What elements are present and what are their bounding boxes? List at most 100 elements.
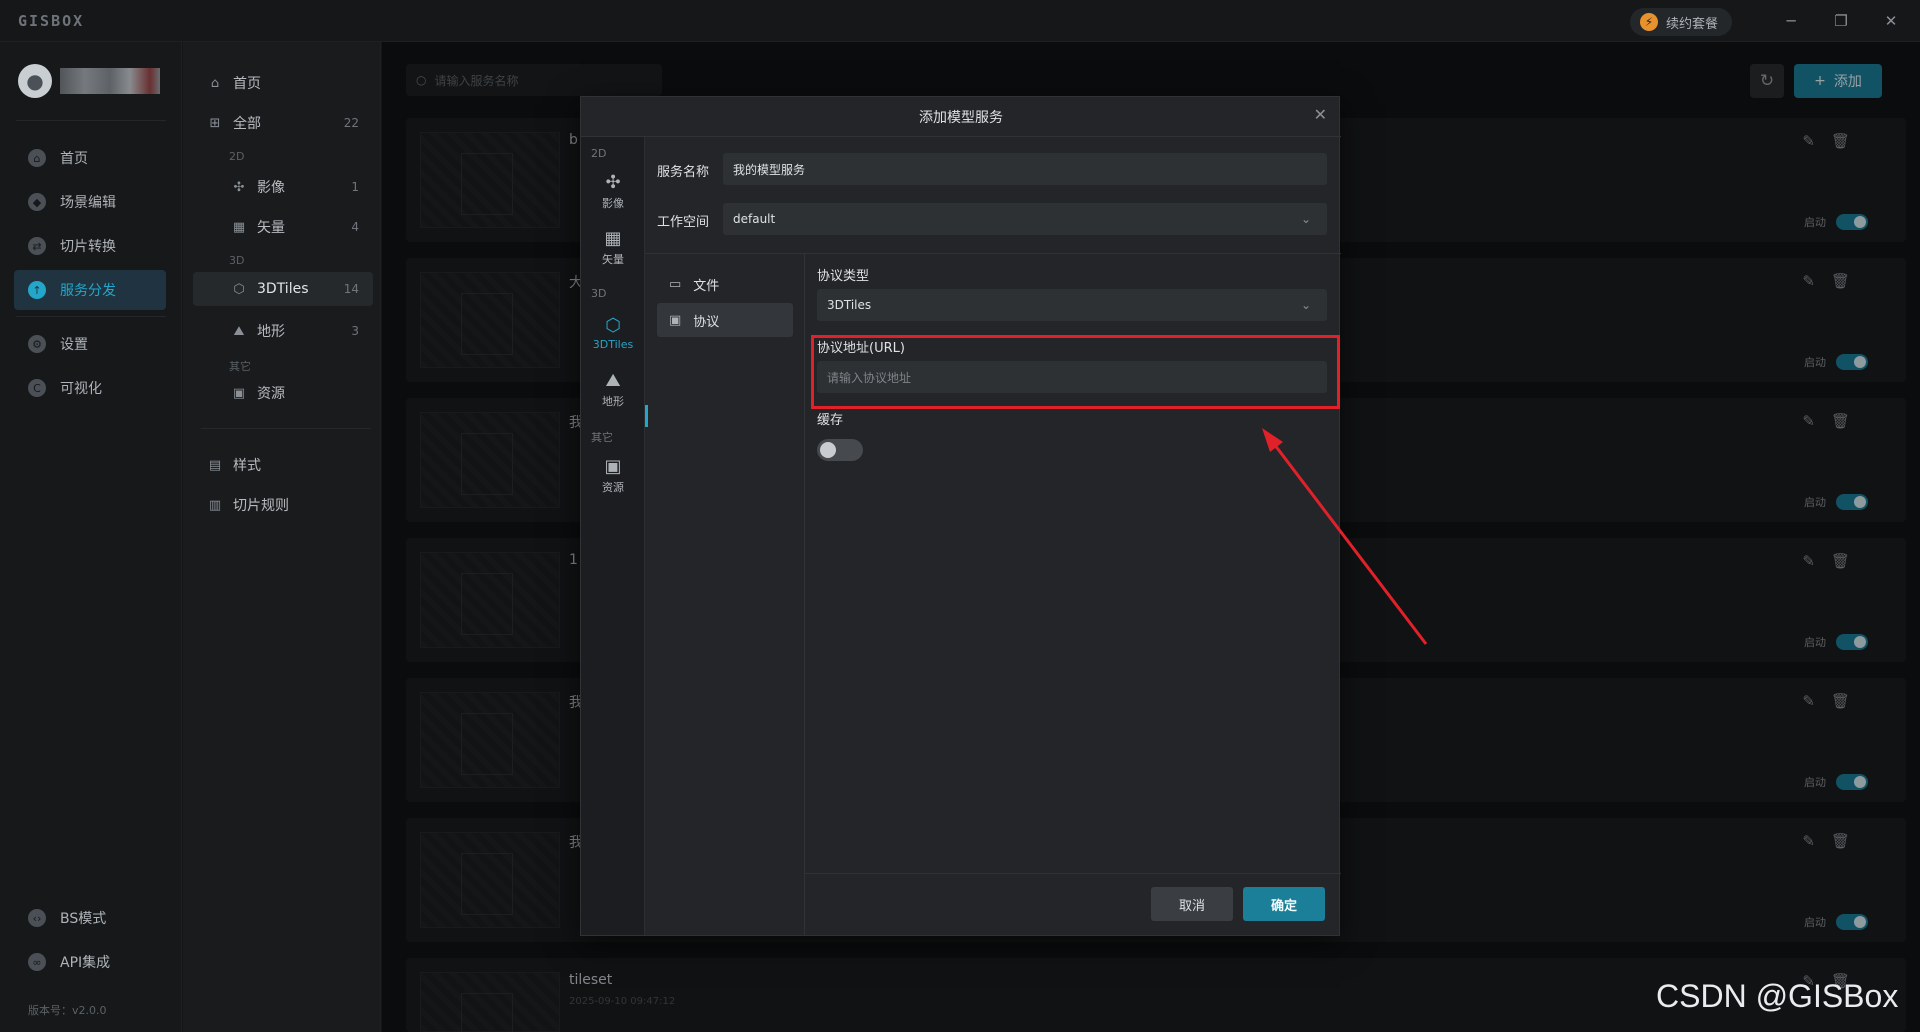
- category-home[interactable]: ⌂ 首页: [193, 66, 373, 100]
- link-icon: ∞: [28, 953, 46, 971]
- dialog-footer-divider: [805, 873, 1341, 874]
- vector-icon: ▦: [604, 227, 622, 249]
- service-name-value: 我的模型服务: [733, 162, 806, 177]
- version-text: 版本号：v2.0.0: [28, 1004, 107, 1017]
- home-icon: ⌂: [210, 75, 220, 91]
- nav-label: 场景编辑: [60, 195, 116, 211]
- type-label: 3DTiles: [592, 338, 634, 351]
- source-protocol[interactable]: ▣ 协议: [657, 303, 793, 337]
- nav-label: 首页: [60, 151, 88, 167]
- type-3dtiles[interactable]: ⬡ 3DTiles: [581, 307, 645, 359]
- chevron-down-icon: ⌄: [1300, 212, 1311, 226]
- source-menu: ▭ 文件 ▣ 协议: [645, 253, 805, 935]
- category-count: 4: [351, 220, 359, 234]
- type-label: 矢量: [602, 252, 624, 266]
- user-profile[interactable]: ●: [18, 64, 160, 98]
- resource-icon: ▣: [604, 455, 622, 477]
- nav-item-service-publish[interactable]: ↑ 服务分发: [14, 270, 166, 310]
- gear-icon: ⚙: [28, 335, 46, 353]
- category-all[interactable]: ⊞ 全部 22: [193, 106, 373, 140]
- category-label: 首页: [233, 76, 261, 92]
- type-image[interactable]: ✣ 影像: [581, 165, 645, 217]
- watermark: CSDN @GISBox: [1656, 978, 1899, 1014]
- protocol-type-value: 3DTiles: [827, 298, 872, 312]
- service-name-input[interactable]: 我的模型服务: [723, 153, 1327, 185]
- category-count: 22: [343, 116, 359, 130]
- minimize-icon[interactable]: ─: [1780, 10, 1802, 32]
- category-label: 全部: [233, 116, 261, 132]
- nav-item-bs-mode[interactable]: ‹› BS模式: [14, 898, 166, 938]
- satellite-icon: ✣: [605, 171, 621, 193]
- nav-item-visualize[interactable]: C 可视化: [14, 368, 166, 408]
- nav-divider: [16, 316, 166, 317]
- renew-label: 续约套餐: [1666, 16, 1719, 32]
- nav-item-settings[interactable]: ⚙ 设置: [14, 324, 166, 364]
- category-panel: ⌂ 首页 ⊞ 全部 22 2D ✣ 影像 1 ▦ 矢量 4 3D ⬡ 3DTil…: [183, 42, 381, 1032]
- category-terrain[interactable]: ⛰ 地形 3: [193, 314, 373, 348]
- dialog-title: 添加模型服务: [919, 109, 1003, 126]
- style-icon: ▤: [208, 457, 222, 473]
- category-label: 地形: [257, 324, 285, 340]
- upload-icon: ↑: [28, 281, 46, 299]
- type-label: 影像: [602, 196, 624, 210]
- type-label: 地形: [602, 394, 624, 408]
- highlight-box: [811, 335, 1340, 409]
- ok-button[interactable]: 确定: [1243, 887, 1325, 921]
- type-label: 资源: [602, 480, 624, 494]
- renew-button[interactable]: ⚡ 续约套餐: [1630, 8, 1733, 36]
- rules-icon: ▥: [208, 497, 222, 513]
- chart-icon: C: [28, 379, 46, 397]
- cache-toggle[interactable]: [817, 439, 863, 461]
- nav-label: 可视化: [60, 381, 102, 397]
- nav-item-api[interactable]: ∞ API集成: [14, 942, 166, 982]
- cube-icon: ◆: [28, 193, 46, 211]
- type-group-3d: 3D: [591, 287, 607, 300]
- protocol-type-select[interactable]: 3DTiles ⌄: [817, 289, 1327, 321]
- nav-item-scene-edit[interactable]: ◆ 场景编辑: [14, 182, 166, 222]
- convert-icon: ⇄: [28, 237, 46, 255]
- category-vector[interactable]: ▦ 矢量 4: [193, 210, 373, 244]
- group-label-3d: 3D: [229, 254, 245, 267]
- category-3dtiles[interactable]: ⬡ 3DTiles 14: [193, 272, 373, 306]
- grid-icon: ⊞: [209, 115, 221, 131]
- workspace-select[interactable]: default ⌄: [723, 203, 1327, 235]
- category-count: 1: [351, 180, 359, 194]
- nav-label: BS模式: [60, 911, 107, 927]
- nav-item-tile-convert[interactable]: ⇄ 切片转换: [14, 226, 166, 266]
- category-label: 资源: [257, 386, 285, 402]
- category-label: 样式: [233, 458, 261, 474]
- terrain-icon: ⛰: [605, 369, 621, 391]
- close-icon[interactable]: ✕: [1314, 105, 1327, 124]
- group-label-2d: 2D: [229, 150, 245, 163]
- protocol-type-label: 协议类型: [817, 269, 870, 284]
- restore-icon[interactable]: ❐: [1830, 10, 1852, 32]
- category-tile-rules[interactable]: ▥ 切片规则: [193, 488, 373, 522]
- category-count: 3: [351, 324, 359, 338]
- title-bar: GISBOX ⚡ 续约套餐 ─ ❐ ✕: [0, 0, 1920, 42]
- category-resource[interactable]: ▣ 资源: [193, 376, 373, 410]
- nav-divider: [16, 120, 166, 121]
- bolt-icon: ⚡: [1640, 13, 1658, 31]
- type-terrain[interactable]: ⛰ 地形: [581, 363, 645, 415]
- add-model-service-dialog: 添加模型服务 ✕ 2D ✣ 影像 ▦ 矢量 3D ⬡ 3DTiles ⛰ 地形 …: [580, 96, 1341, 936]
- category-divider: [201, 428, 371, 429]
- source-file[interactable]: ▭ 文件: [657, 267, 793, 301]
- type-group-2d: 2D: [591, 147, 607, 160]
- service-type-bar: 2D ✣ 影像 ▦ 矢量 3D ⬡ 3DTiles ⛰ 地形 其它 ▣ 资源: [581, 137, 645, 935]
- category-label: 影像: [257, 180, 285, 196]
- vector-icon: ▦: [232, 219, 246, 235]
- username-blurred: [60, 68, 160, 94]
- type-resource[interactable]: ▣ 资源: [581, 449, 645, 501]
- close-window-icon[interactable]: ✕: [1880, 10, 1902, 32]
- left-nav: ● ⌂ 首页 ◆ 场景编辑 ⇄ 切片转换 ↑ 服务分发 ⚙ 设置 C 可视化 ‹…: [0, 42, 182, 1032]
- category-image[interactable]: ✣ 影像 1: [193, 170, 373, 204]
- category-style[interactable]: ▤ 样式: [193, 448, 373, 482]
- type-vector[interactable]: ▦ 矢量: [581, 221, 645, 273]
- nav-item-home[interactable]: ⌂ 首页: [14, 138, 166, 178]
- nav-label: 服务分发: [60, 283, 116, 299]
- dialog-header: 添加模型服务 ✕: [581, 97, 1341, 137]
- app-logo: GISBOX: [18, 12, 85, 30]
- code-icon: ‹›: [28, 909, 46, 927]
- cancel-button[interactable]: 取消: [1151, 887, 1233, 921]
- category-label: 切片规则: [233, 498, 289, 514]
